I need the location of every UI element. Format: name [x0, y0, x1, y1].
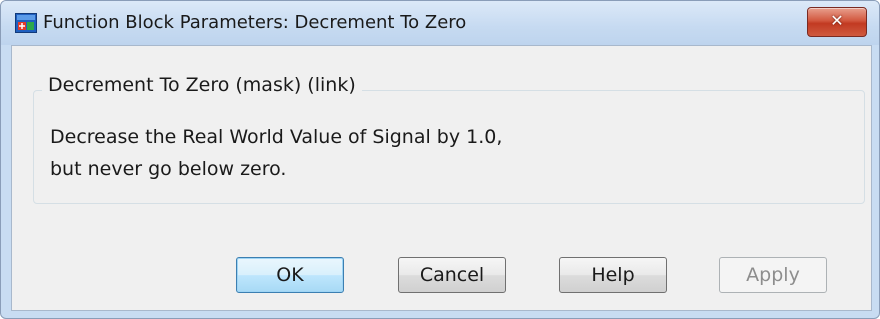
description-line: Decrease the Real World Value of Signal … [50, 126, 503, 148]
title-bar[interactable]: Function Block Parameters: Decrement To … [1, 1, 879, 45]
cancel-button[interactable]: Cancel [398, 257, 506, 293]
close-button[interactable]: ✕ [807, 7, 867, 37]
dialog-client-area: Decrement To Zero (mask) (link) Decrease… [11, 45, 872, 311]
group-title: Decrement To Zero (mask) (link) [42, 74, 362, 96]
apply-button: Apply [719, 257, 827, 293]
close-icon: ✕ [830, 11, 844, 30]
dialog-window: Function Block Parameters: Decrement To … [0, 0, 880, 319]
window-title: Function Block Parameters: Decrement To … [43, 12, 467, 33]
block-description: Decrease the Real World Value of Signal … [50, 121, 502, 185]
description-line: but never go below zero. [50, 158, 287, 180]
ok-button[interactable]: OK [236, 257, 344, 293]
help-button[interactable]: Help [559, 257, 667, 293]
simulink-block-icon [15, 13, 37, 33]
